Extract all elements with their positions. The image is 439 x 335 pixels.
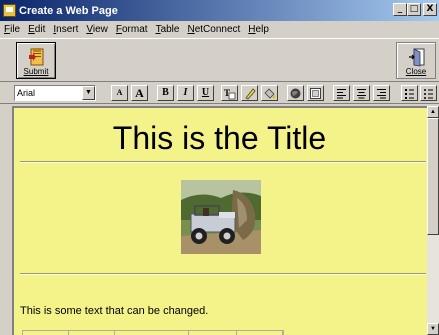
window-controls: _ □ X xyxy=(393,3,437,16)
scroll-thumb[interactable] xyxy=(427,118,439,235)
align-right-button[interactable] xyxy=(373,85,390,101)
insert-image-button[interactable] xyxy=(307,85,324,101)
image-icon xyxy=(310,88,321,99)
numbered-list-button[interactable] xyxy=(401,85,418,101)
jeep-photo[interactable] xyxy=(181,180,261,254)
align-right-icon xyxy=(377,89,386,99)
underline-icon: U xyxy=(201,87,210,98)
horizontal-rule xyxy=(20,161,426,163)
menu-format[interactable]: Format xyxy=(116,24,148,35)
vertical-scrollbar[interactable]: ▲ ▼ xyxy=(427,106,439,335)
italic-icon: I xyxy=(183,87,188,98)
menu-file[interactable]: File xyxy=(4,24,20,35)
submit-button[interactable]: Submit xyxy=(16,42,56,79)
globe-icon xyxy=(290,88,301,99)
submit-label: Submit xyxy=(23,67,49,76)
close-window-button[interactable]: X xyxy=(423,3,437,16)
app-icon xyxy=(3,4,16,17)
increase-font-icon: A xyxy=(135,86,144,100)
align-left-button[interactable] xyxy=(333,85,350,101)
menu-bar: File Edit Insert View Format Table NetCo… xyxy=(0,21,439,38)
align-center-button[interactable] xyxy=(353,85,370,101)
scroll-down-icon[interactable]: ▼ xyxy=(427,323,439,335)
editor-area[interactable]: This is the Title This is some text that… xyxy=(12,106,427,335)
underline-button[interactable]: U xyxy=(197,85,214,101)
italic-button[interactable]: I xyxy=(177,85,194,101)
body-text[interactable]: This is some text that can be changed. xyxy=(20,305,208,317)
page-title[interactable]: This is the Title xyxy=(14,120,425,157)
numbered-list-icon xyxy=(405,89,414,99)
menu-netconnect[interactable]: NetConnect xyxy=(187,24,240,35)
decrease-font-icon: A xyxy=(116,88,123,97)
menu-view[interactable]: View xyxy=(86,24,108,35)
jeep-image xyxy=(181,180,261,254)
close-label: Close xyxy=(405,67,427,76)
table-cell[interactable] xyxy=(189,331,237,335)
close-button[interactable]: Close xyxy=(396,42,436,79)
text-color-button[interactable]: T xyxy=(221,85,238,101)
table[interactable] xyxy=(22,330,284,335)
insert-link-button[interactable] xyxy=(287,85,304,101)
chevron-down-icon[interactable]: ▼ xyxy=(82,86,95,100)
table-cell[interactable] xyxy=(69,331,115,335)
table-cell[interactable] xyxy=(23,331,69,335)
menu-insert[interactable]: Insert xyxy=(53,24,78,35)
decrease-font-size-button[interactable]: A xyxy=(111,85,128,101)
menu-edit[interactable]: Edit xyxy=(28,24,45,35)
window-title: Create a Web Page xyxy=(19,4,118,17)
bulleted-list-button[interactable] xyxy=(420,85,437,101)
minimize-button[interactable]: _ xyxy=(393,3,407,16)
horizontal-rule xyxy=(20,273,426,275)
text-color-icon: T xyxy=(224,88,236,100)
bulleted-list-icon xyxy=(424,89,433,99)
bold-button[interactable]: B xyxy=(157,85,174,101)
align-left-icon xyxy=(337,89,346,99)
submit-icon xyxy=(29,48,44,66)
highlighter-icon xyxy=(245,88,256,100)
door-exit-icon xyxy=(409,48,425,67)
fill-color-button[interactable] xyxy=(261,85,278,101)
table-cell[interactable] xyxy=(115,331,189,335)
align-center-icon xyxy=(357,89,366,99)
title-bar[interactable]: Create a Web Page _ □ X xyxy=(0,0,439,21)
bold-icon: B xyxy=(162,87,169,98)
create-web-page-window: Create a Web Page _ □ X File Edit Insert… xyxy=(0,0,439,335)
font-select[interactable]: Arial ▼ xyxy=(14,85,96,101)
increase-font-size-button[interactable]: A xyxy=(131,85,148,101)
font-select-value: Arial xyxy=(17,88,36,98)
menu-table[interactable]: Table xyxy=(156,24,180,35)
paint-bucket-icon xyxy=(264,88,276,99)
scroll-up-icon[interactable]: ▲ xyxy=(427,106,439,118)
main-toolbar: Submit Close xyxy=(0,38,439,82)
format-toolbar: Arial ▼ A A B I U T xyxy=(0,82,439,104)
table-cell[interactable] xyxy=(237,331,283,335)
maximize-button[interactable]: □ xyxy=(407,3,421,16)
menu-help[interactable]: Help xyxy=(248,24,269,35)
highlight-button[interactable] xyxy=(241,85,258,101)
